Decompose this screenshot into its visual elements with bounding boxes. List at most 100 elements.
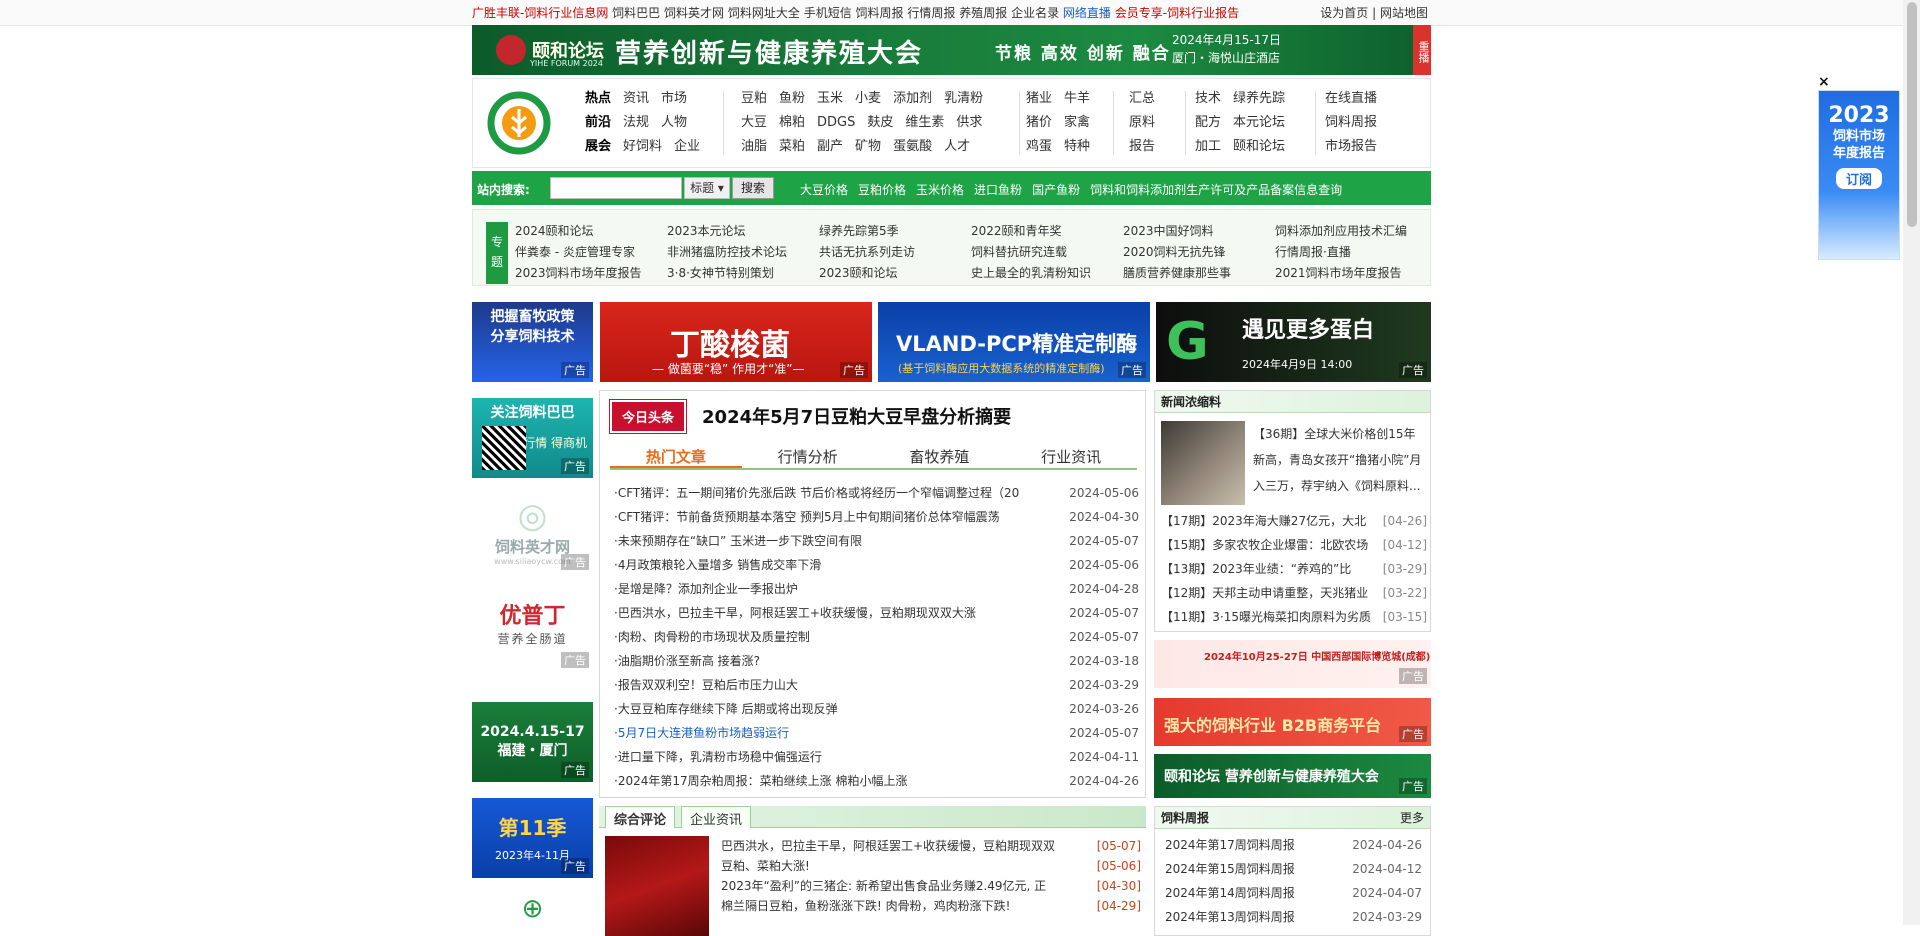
digest-photo[interactable]: [1161, 421, 1245, 505]
news-box: 今日头条 2024年5月7日豆粕大豆早盘分析摘要 热门文章 行情分析 畜牧养殖 …: [599, 390, 1146, 798]
weekly-title-link[interactable]: 2024年第15周饲料周报: [1165, 857, 1295, 881]
news-date: 2024-03-26: [1069, 702, 1139, 716]
news-title[interactable]: ·是增是降？添加剂企业一季报出炉: [614, 577, 1034, 601]
digest-date: [03-22]: [1382, 586, 1427, 600]
list-item[interactable]: ·报告双双利空！豆粕后市压力山大 2024-03-29: [614, 673, 1139, 697]
digest-date: [03-15]: [1382, 610, 1427, 624]
digest-title[interactable]: 【17期】2023年海大赚27亿元，大北: [1161, 509, 1381, 533]
list-item[interactable]: 2024年第15周饲料周报 2024-04-12: [1155, 857, 1430, 881]
weekly-list: 2024年第17周饲料周报 2024-04-26 2024年第15周饲料周报 202…: [1155, 829, 1430, 929]
comment-title[interactable]: 豆粕、菜粕大涨!: [721, 856, 810, 876]
weekly-header: 饲料周报 更多: [1155, 807, 1430, 829]
news-digest-title: 新闻浓缩料: [1155, 391, 1430, 413]
list-item[interactable]: 【11期】3·15曝光梅菜扣肉原料为劣质 [03-15]: [1161, 605, 1427, 629]
news-title[interactable]: ·2024年第17周杂粕周报：菜粕继续上涨 棉粕小幅上涨: [614, 769, 1034, 793]
list-item[interactable]: ·是增是降？添加剂企业一季报出炉 2024-04-28: [614, 577, 1139, 601]
float-ad-year: 2023: [1828, 103, 1890, 128]
comment-tabs: 综合评论 企业资讯: [599, 806, 1146, 828]
weekly-date: 2024-04-12: [1352, 862, 1422, 876]
news-title[interactable]: ·CFT猪评：五一期间猪价先涨后跌 节后价格或将经历一个窄幅调整过程（20: [614, 481, 1034, 505]
right-column: 新闻浓缩料 【36期】全球大米价格创15年新高，青岛女孩开“撸猪小院”月入三万，…: [1154, 390, 1431, 936]
digest-title[interactable]: 【12期】天邦主动申请重整，天兆猪业: [1161, 581, 1381, 605]
news-date: 2024-04-28: [1069, 582, 1139, 596]
list-item[interactable]: ·油脂期价涨至新高 接着涨? 2024-03-18: [614, 649, 1139, 673]
digest-date: [04-26]: [1382, 514, 1427, 528]
news-title[interactable]: ·报告双双利空！豆粕后市压力山大: [614, 673, 1034, 697]
list-item[interactable]: 豆粕、菜粕大涨! [05-06]: [721, 856, 1141, 876]
news-date: 2024-04-30: [1069, 510, 1139, 524]
news-title[interactable]: ·4月政策粮轮入量增多 销售成交率下滑: [614, 553, 1034, 577]
news-date: 2024-03-18: [1069, 654, 1139, 668]
news-title[interactable]: ·肉粉、肉骨粉的市场现状及质量控制: [614, 625, 1034, 649]
list-item[interactable]: ·CFT猪评：五一期间猪价先涨后跌 节后价格或将经历一个窄幅调整过程（20 202…: [614, 481, 1139, 505]
digest-date: [04-12]: [1382, 538, 1427, 552]
tab-industry-news[interactable]: 行业资讯: [1005, 446, 1137, 468]
news-tabs: 热门文章 行情分析 畜牧养殖 行业资讯: [610, 446, 1137, 470]
headline-title[interactable]: 2024年5月7日豆粕大豆早盘分析摘要: [702, 403, 1011, 429]
list-item[interactable]: 2023年“盈利”的三猪企: 新希望出售食品业务赚2.49亿元, 正 [04-30…: [721, 876, 1141, 896]
tab-livestock[interactable]: 畜牧养殖: [874, 446, 1006, 468]
list-item[interactable]: ·4月政策粮轮入量增多 销售成交率下滑 2024-05-06: [614, 553, 1139, 577]
list-item[interactable]: 【15期】多家农牧企业爆雷：北欧农场 [04-12]: [1161, 533, 1427, 557]
ad-b2b[interactable]: 强大的饲料行业 B2B商务平台 广告: [1154, 698, 1431, 746]
digest-lead[interactable]: 【36期】全球大米价格创15年新高，青岛女孩开“撸猪小院”月入三万，荐宇纳入《饲…: [1253, 421, 1425, 501]
tab-hot-articles[interactable]: 热门文章: [610, 446, 742, 468]
news-date: 2024-04-11: [1069, 750, 1139, 764]
list-item[interactable]: 【12期】天邦主动申请重整，天兆猪业 [03-22]: [1161, 581, 1427, 605]
comment-title[interactable]: 巴西洪水，巴拉圭干旱，阿根廷罢工+收获缓慢，豆粕期现双双: [721, 836, 1055, 856]
weekly-title-link[interactable]: 2024年第14周饲料周报: [1165, 881, 1295, 905]
news-title[interactable]: ·巴西洪水，巴拉圭干旱，阿根廷罢工+收获缓慢，豆粕期现双双大涨: [614, 601, 1034, 625]
tab-market-analysis[interactable]: 行情分析: [742, 446, 874, 468]
ad-expo[interactable]: 2024年10月25-27日 中国西部国际博览城(成都) 广告: [1154, 640, 1431, 688]
float-ad-report[interactable]: 2023 饲料市场 年度报告 订阅: [1818, 90, 1900, 260]
comment-image[interactable]: [605, 836, 709, 936]
comment-date: [05-07]: [1096, 839, 1141, 853]
list-item[interactable]: 2024年第14周饲料周报 2024-04-07: [1155, 881, 1430, 905]
list-item[interactable]: ·进口量下降，乳清粉市场稳中偏强运行 2024-04-11: [614, 745, 1139, 769]
news-title[interactable]: ·进口量下降，乳清粉市场稳中偏强运行: [614, 745, 1034, 769]
list-item[interactable]: 棉兰隔日豆粕，鱼粉涨涨下跌! 肉骨粉，鸡肉粉涨下跌! [04-29]: [721, 896, 1141, 916]
list-item[interactable]: 2024年第13周饲料周报 2024-03-29: [1155, 905, 1430, 929]
news-title[interactable]: ·未来预期存在“缺口” 玉米进一步下跌空间有限: [614, 529, 1034, 553]
scrollbar-thumb[interactable]: [1907, 2, 1917, 227]
comment-list: 巴西洪水，巴拉圭干旱，阿根廷罢工+收获缓慢，豆粕期现双双 [05-07] 豆粕、菜…: [721, 836, 1141, 916]
list-item[interactable]: ·CFT猪评：节前备货预期基本落空 预判5月上中旬期间猪价总体窄幅震荡 2024-…: [614, 505, 1139, 529]
digest-title[interactable]: 【13期】2023年业绩：“养鸡的”比: [1161, 557, 1381, 581]
news-title[interactable]: ·油脂期价涨至新高 接着涨?: [614, 649, 1034, 673]
news-title[interactable]: ·5月7日大连港鱼粉市场趋弱运行: [614, 721, 1034, 745]
list-item[interactable]: ·大豆豆粕库存继续下降 后期或将出现反弹 2024-03-26: [614, 697, 1139, 721]
list-item[interactable]: ·未来预期存在“缺口” 玉米进一步下跌空间有限 2024-05-07: [614, 529, 1139, 553]
ad-text: 颐和论坛 营养创新与健康养殖大会: [1164, 769, 1379, 785]
ad-text: 2024年10月25-27日 中国西部国际博览城(成都): [1204, 652, 1431, 663]
list-item[interactable]: 【17期】2023年海大赚27亿元，大北 [04-26]: [1161, 509, 1427, 533]
tab-comments[interactable]: 综合评论: [605, 806, 676, 828]
list-item[interactable]: ·巴西洪水，巴拉圭干旱，阿根廷罢工+收获缓慢，豆粕期现双双大涨 2024-05-0…: [614, 601, 1139, 625]
close-icon[interactable]: ×: [1818, 74, 1830, 90]
list-item[interactable]: 巴西洪水，巴拉圭干旱，阿根廷罢工+收获缓慢，豆粕期现双双 [05-07]: [721, 836, 1141, 856]
digest-date: [03-29]: [1382, 562, 1427, 576]
digest-list: 【17期】2023年海大赚27亿元，大北 [04-26] 【15期】多家农牧企业爆…: [1161, 509, 1427, 629]
ad-yihe-forum[interactable]: 颐和论坛 营养创新与健康养殖大会 广告: [1154, 754, 1431, 798]
comment-title[interactable]: 棉兰隔日豆粕，鱼粉涨涨下跌! 肉骨粉，鸡肉粉涨下跌!: [721, 896, 1010, 916]
news-title[interactable]: ·CFT猪评：节前备货预期基本落空 预判5月上中旬期间猪价总体窄幅震荡: [614, 505, 1034, 529]
news-date: 2024-05-07: [1069, 726, 1139, 740]
list-item[interactable]: ·2024年第17周杂粕周报：菜粕继续上涨 棉粕小幅上涨 2024-04-26: [614, 769, 1139, 793]
ad-tag: 广告: [1399, 778, 1427, 794]
news-digest-box: 新闻浓缩料 【36期】全球大米价格创15年新高，青岛女孩开“撸猪小院”月入三万，…: [1154, 390, 1431, 632]
tab-company-news[interactable]: 企业资讯: [681, 806, 752, 828]
list-item[interactable]: 【13期】2023年业绩：“养鸡的”比 [03-29]: [1161, 557, 1427, 581]
ad-tag: 广告: [1399, 668, 1427, 684]
weekly-more-link[interactable]: 更多: [1400, 807, 1424, 829]
scrollbar[interactable]: [1903, 0, 1920, 925]
headline: 今日头条 2024年5月7日豆粕大豆早盘分析摘要: [608, 398, 1011, 434]
weekly-title-link[interactable]: 2024年第13周饲料周报: [1165, 905, 1295, 929]
news-title[interactable]: ·大豆豆粕库存继续下降 后期或将出现反弹: [614, 697, 1034, 721]
digest-title[interactable]: 【15期】多家农牧企业爆雷：北欧农场: [1161, 533, 1381, 557]
digest-title[interactable]: 【11期】3·15曝光梅菜扣肉原料为劣质: [1161, 605, 1381, 629]
weekly-title-link[interactable]: 2024年第17周饲料周报: [1165, 833, 1295, 857]
list-item[interactable]: 2024年第17周饲料周报 2024-04-26: [1155, 833, 1430, 857]
list-item[interactable]: ·肉粉、肉骨粉的市场现状及质量控制 2024-05-07: [614, 625, 1139, 649]
comment-title[interactable]: 2023年“盈利”的三猪企: 新希望出售食品业务赚2.49亿元, 正: [721, 876, 1046, 896]
list-item[interactable]: ·5月7日大连港鱼粉市场趋弱运行 2024-05-07: [614, 721, 1139, 745]
subscribe-button[interactable]: 订阅: [1835, 168, 1882, 189]
